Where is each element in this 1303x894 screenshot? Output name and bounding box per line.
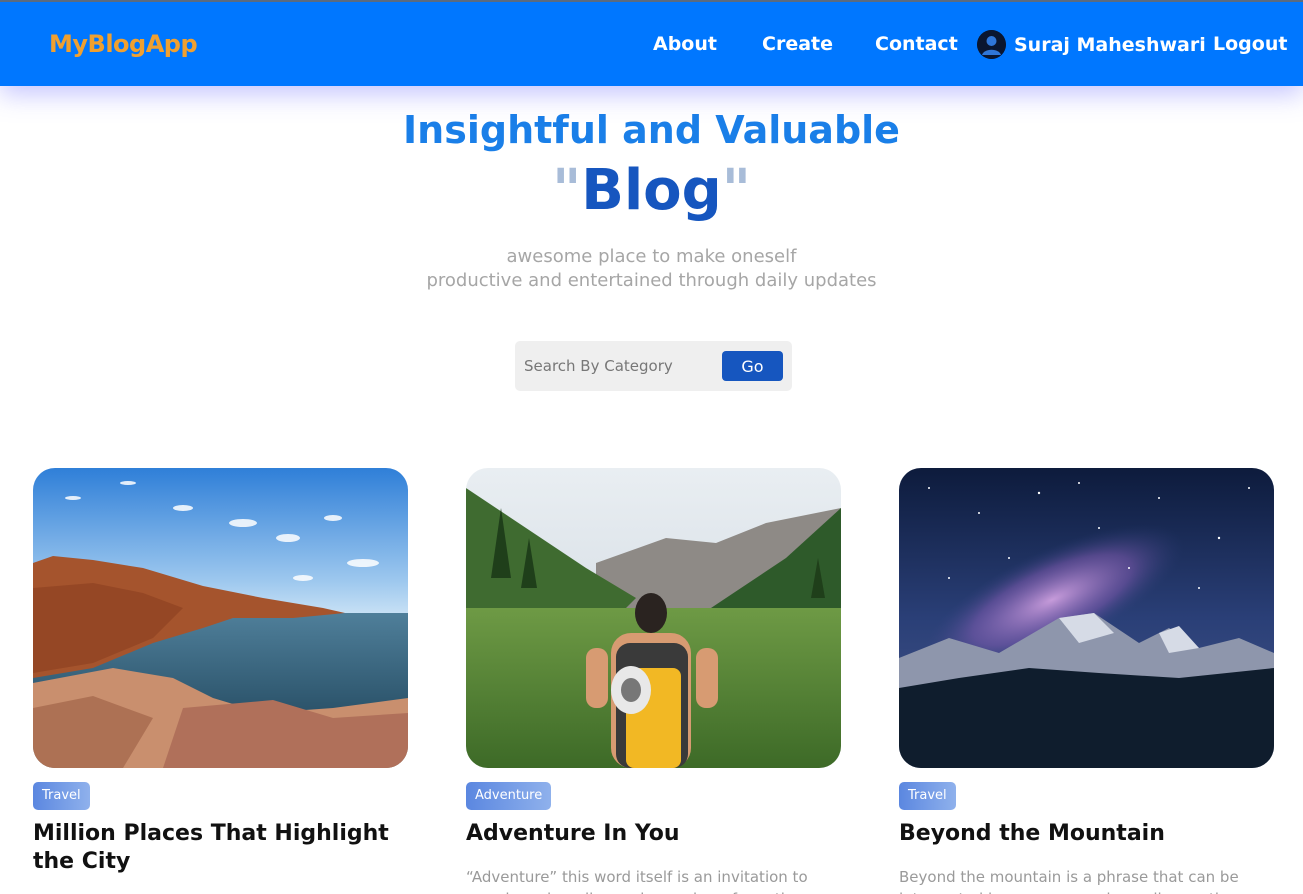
user-profile-link[interactable]: Suraj Maheshwari: [977, 30, 1206, 59]
nav-link-contact[interactable]: Contact: [875, 33, 958, 55]
post-card[interactable]: Adventure Adventure In You “Adventure” t…: [466, 468, 841, 894]
post-title[interactable]: Adventure In You: [466, 820, 841, 848]
category-search-bar: Go: [515, 341, 792, 391]
hero-subtitle-line-2: productive and entertained through daily…: [426, 270, 877, 291]
post-excerpt: “Adventure” this word itself is an invit…: [466, 868, 811, 894]
navbar: MyBlogApp About Create Contact Suraj Mah…: [0, 0, 1303, 86]
hero-subtitle-line-1: awesome place to make oneself: [506, 246, 797, 267]
post-image-night-mountain[interactable]: [899, 468, 1274, 768]
category-search-input[interactable]: [515, 341, 715, 391]
category-badge[interactable]: Travel: [899, 782, 956, 810]
hero-highlight: "Blog": [0, 158, 1303, 223]
hero-title: Insightful and Valuable: [403, 108, 900, 152]
post-excerpt: Beyond the mountain is a phrase that can…: [899, 868, 1239, 894]
post-title[interactable]: Million Places That Highlight the City: [33, 820, 408, 876]
user-name: Suraj Maheshwari: [1014, 33, 1206, 56]
post-card[interactable]: Travel Million Places That Highlight the…: [33, 468, 408, 876]
hero-highlight-word: Blog: [581, 158, 722, 223]
category-badge[interactable]: Travel: [33, 782, 90, 810]
post-title[interactable]: Beyond the Mountain: [899, 820, 1274, 848]
close-quote: ": [721, 158, 751, 223]
go-button[interactable]: Go: [722, 351, 783, 381]
nav-link-about[interactable]: About: [653, 33, 717, 55]
nav-link-create[interactable]: Create: [762, 33, 833, 55]
post-image-hiker[interactable]: [466, 468, 841, 768]
user-avatar-icon: [977, 30, 1006, 59]
category-badge[interactable]: Adventure: [466, 782, 552, 810]
brand-logo[interactable]: MyBlogApp: [49, 30, 198, 58]
open-quote: ": [552, 158, 582, 223]
post-image-coast[interactable]: [33, 468, 408, 768]
post-card[interactable]: Travel Beyond the Mountain Beyond the mo…: [899, 468, 1274, 894]
logout-link[interactable]: Logout: [1213, 33, 1287, 55]
